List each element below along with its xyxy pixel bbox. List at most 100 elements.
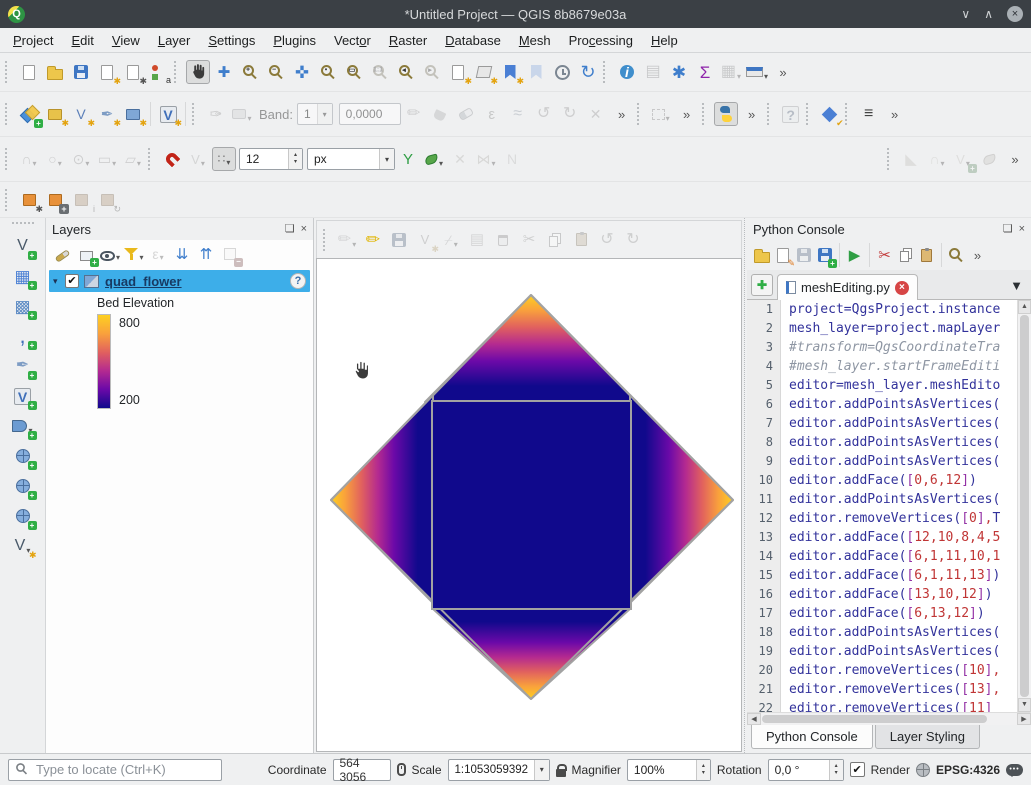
toggle-editing-button[interactable]: ✏ <box>361 228 385 252</box>
code-line[interactable]: 9editor.addPointsAsVertices( <box>747 452 1017 471</box>
toolbar-handle[interactable] <box>702 103 709 125</box>
add-wms-layer-button[interactable]: +▾ <box>11 414 35 438</box>
lock-scale-icon[interactable] <box>556 769 566 777</box>
chevron-down-icon[interactable]: ▾ <box>534 760 548 780</box>
messages-icon[interactable]: ••• <box>1006 764 1023 776</box>
code-line[interactable]: 3#transform=QgsCoordinateTra <box>747 338 1017 357</box>
code-line[interactable]: 14editor.addFace([6,1,11,10,1 <box>747 547 1017 566</box>
menu-layer[interactable]: Layer <box>149 33 200 48</box>
close-tab-icon[interactable]: × <box>895 281 909 295</box>
menu-mesh[interactable]: Mesh <box>510 33 560 48</box>
scroll-down-icon[interactable]: ▼ <box>1018 698 1031 712</box>
zoom-full-extent-button[interactable]: ✜ <box>290 60 314 84</box>
spin-up-icon[interactable]: ▴ <box>702 763 705 770</box>
save-as-button[interactable]: + <box>814 244 835 266</box>
spin-up-icon[interactable]: ▴ <box>294 152 297 159</box>
run-script-button[interactable]: ▶ <box>844 244 865 266</box>
menu-edit[interactable]: Edit <box>62 33 102 48</box>
new-editor-tab-button[interactable]: ✚ <box>751 274 773 296</box>
code-editor[interactable]: 1project=QgsProject.instance2mesh_layer=… <box>747 300 1031 712</box>
copy-button[interactable] <box>895 244 916 266</box>
locator-search-input[interactable]: Type to locate (Ctrl+K) <box>8 759 222 781</box>
close-button[interactable]: × <box>1007 6 1023 22</box>
layer-row[interactable]: ▾ ✔ quad_flower ? <box>49 270 310 292</box>
mouse-position-icon[interactable] <box>397 763 406 776</box>
mesh-digitizing-button[interactable]: ✔ <box>818 102 842 126</box>
zoom-to-selection-button[interactable]: ▪ <box>316 60 340 84</box>
toolbar-handle[interactable] <box>323 229 330 251</box>
new-print-layout-button[interactable]: ✱ <box>95 60 119 84</box>
toolbar-handle[interactable] <box>845 103 852 125</box>
toolbar-handle[interactable] <box>603 61 610 83</box>
scrollbar-thumb[interactable] <box>1020 315 1029 697</box>
horizontal-scrollbar[interactable]: ◀ ▶ <box>747 712 1031 725</box>
maximize-button[interactable]: ∧ <box>984 8 993 20</box>
expand-all-button[interactable]: ⇊ <box>171 243 193 265</box>
close-panel-icon[interactable]: × <box>1019 224 1025 235</box>
new-shapefile-layer-button[interactable]: V✱ <box>69 102 93 126</box>
code-line[interactable]: 19editor.addPointsAsVertices( <box>747 642 1017 661</box>
add-virtual-layer-button[interactable]: V+ <box>11 384 35 408</box>
new-spatialite-layer-button[interactable]: ✒✱ <box>95 102 119 126</box>
plugins-toolbar-overflow-button[interactable]: » <box>740 102 764 126</box>
scale-combo[interactable]: 1:1053059392 ▾ <box>448 759 550 781</box>
map-theme-menu-button[interactable]: ≡ <box>857 102 881 126</box>
code-line[interactable]: 11editor.addPointsAsVertices( <box>747 490 1017 509</box>
style-manager-button[interactable]: a <box>147 60 171 84</box>
scrollbar-thumb[interactable] <box>762 715 987 723</box>
add-mesh-layer-button[interactable]: ▩+ <box>11 294 35 318</box>
tracing-button[interactable]: ▾ <box>422 147 446 171</box>
new-temporary-scratch-layer-button[interactable]: ✱ <box>121 102 145 126</box>
add-spatialite-layer-button[interactable]: ✒+ <box>11 354 35 378</box>
plugin-add-button[interactable]: + <box>43 188 67 212</box>
selection-toolbar-overflow-button[interactable]: » <box>675 102 699 126</box>
code-line[interactable]: 4#mesh_layer.startFrameEditi <box>747 357 1017 376</box>
plugin-settings-button[interactable]: ✱ <box>17 188 41 212</box>
toolbar-handle[interactable] <box>5 148 12 170</box>
spin-down-icon[interactable]: ▾ <box>294 159 297 166</box>
toolbar-handle[interactable] <box>192 103 199 125</box>
layer-name[interactable]: quad_flower <box>105 274 182 289</box>
vertical-scrollbar[interactable]: ▲ ▼ <box>1017 300 1031 712</box>
open-project-button[interactable] <box>43 60 67 84</box>
toolbar-handle[interactable] <box>5 61 12 83</box>
code-line[interactable]: 6editor.addPointsAsVertices( <box>747 395 1017 414</box>
paste-button[interactable] <box>916 244 937 266</box>
find-text-button[interactable] <box>946 244 967 266</box>
data-source-manager-button[interactable]: + <box>17 102 41 126</box>
measure-button[interactable]: ▾ <box>745 60 769 84</box>
code-lines[interactable]: 1project=QgsProject.instance2mesh_layer=… <box>747 300 1017 712</box>
temporal-controller-button[interactable] <box>550 60 574 84</box>
new-spatial-bookmark-button[interactable]: ✱ <box>498 60 522 84</box>
tab-layer-styling[interactable]: Layer Styling <box>875 725 980 749</box>
raster-toolbar-overflow-button[interactable]: » <box>610 102 634 126</box>
code-line[interactable]: 16editor.addFace([13,10,12]) <box>747 585 1017 604</box>
code-line[interactable]: 1project=QgsProject.instance <box>747 300 1017 319</box>
code-line[interactable]: 22editor.removeVertices([11] <box>747 699 1017 712</box>
snapping-type-button[interactable]: ∷▾ <box>212 147 236 171</box>
menu-help[interactable]: Help <box>642 33 687 48</box>
toolbar-handle[interactable] <box>637 103 644 125</box>
toolbar-handle[interactable] <box>806 103 813 125</box>
show-spatial-bookmarks-button[interactable] <box>524 60 548 84</box>
code-line[interactable]: 5editor=mesh_layer.meshEdito <box>747 376 1017 395</box>
show-layout-manager-button[interactable]: ✱ <box>121 60 145 84</box>
float-panel-icon[interactable]: ❏ <box>285 224 295 235</box>
spin-down-icon[interactable]: ▾ <box>702 770 705 777</box>
magnifier-stepper[interactable]: 100% ▴▾ <box>627 759 711 781</box>
menu-processing[interactable]: Processing <box>560 33 642 48</box>
menu-settings[interactable]: Settings <box>199 33 264 48</box>
toolbar-handle[interactable] <box>12 222 34 229</box>
tab-mesh-editing[interactable]: meshEditing.py × <box>777 274 918 300</box>
toolbar-handle[interactable] <box>148 148 155 170</box>
open-layer-styling-button[interactable] <box>51 243 73 265</box>
open-script-button[interactable] <box>751 244 772 266</box>
scroll-up-icon[interactable]: ▲ <box>1018 300 1031 314</box>
menu-database[interactable]: Database <box>436 33 510 48</box>
zoom-last-button[interactable]: ◂ <box>394 60 418 84</box>
toolbar-extension-button[interactable]: » <box>771 60 795 84</box>
console-overflow-button[interactable]: » <box>967 244 988 266</box>
code-line[interactable]: 18editor.addPointsAsVertices( <box>747 623 1017 642</box>
code-line[interactable]: 8editor.addPointsAsVertices( <box>747 433 1017 452</box>
python-console-button[interactable] <box>714 102 738 126</box>
